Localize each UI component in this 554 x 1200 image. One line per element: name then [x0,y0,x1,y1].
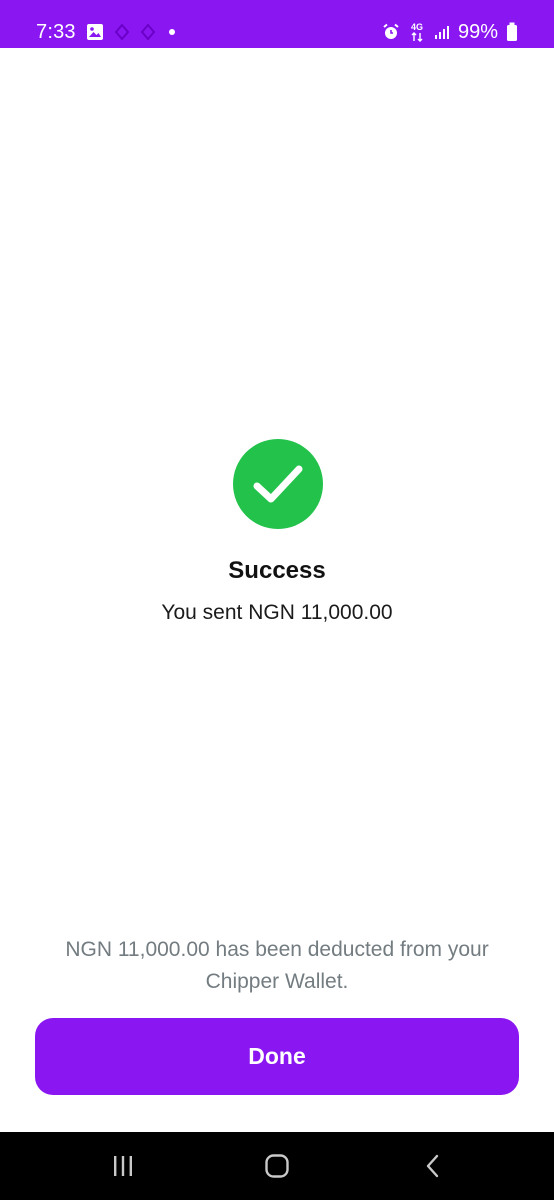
signal-icon [434,24,450,40]
dot-icon [166,26,178,38]
done-button[interactable]: Done [35,1018,519,1095]
system-nav-bar [0,1132,554,1200]
app-notification-icon [114,24,130,40]
battery-icon [506,22,518,42]
deduction-note: NGN 11,000.00 has been deducted from you… [65,938,489,993]
status-bar: 7:33 4G 99% [0,0,554,48]
gallery-icon [86,23,104,41]
page-title: Success [228,557,326,584]
network-4g-icon: 4G [408,21,426,43]
status-time: 7:33 [36,20,76,43]
network-label: 4G [411,22,423,32]
battery-percent: 99% [457,20,498,43]
recent-apps-icon[interactable] [101,1150,145,1182]
success-screen: Success You sent NGN 11,000.00 NGN 11,00… [0,48,554,1132]
sent-amount-message: You sent NGN 11,000.00 [161,601,393,624]
alarm-icon [382,23,400,41]
back-icon[interactable] [411,1150,455,1182]
checkmark-icon [233,439,323,529]
home-icon[interactable] [255,1150,299,1182]
app-notification-icon [140,24,156,40]
